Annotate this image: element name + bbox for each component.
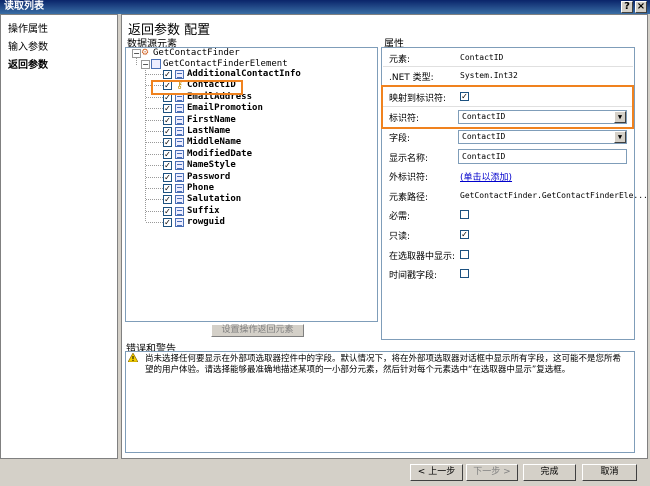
tree-field[interactable]: rowguid — [187, 217, 225, 228]
field-checkbox[interactable]: ✓ — [163, 173, 172, 182]
tree-field[interactable]: Salutation — [187, 194, 241, 205]
tree-field[interactable]: Suffix — [187, 206, 220, 217]
wizard-nav — [0, 14, 118, 459]
tree-field[interactable]: NameStyle — [187, 160, 236, 171]
add-foreign-identifier-link[interactable]: (单击以添加) — [460, 170, 512, 183]
collapse-toggle[interactable]: − — [132, 49, 141, 58]
element-value: ContactID — [460, 53, 504, 62]
field-checkbox[interactable]: ✓ — [163, 104, 172, 113]
field-icon — [175, 195, 184, 204]
field-icon — [175, 173, 184, 182]
field-icon — [175, 104, 184, 113]
field-checkbox[interactable]: ✓ — [163, 70, 172, 79]
element-icon — [151, 59, 161, 69]
back-button[interactable]: < 上一步 — [410, 464, 463, 481]
tree-root[interactable]: GetContactFinder — [153, 48, 240, 59]
field-checkbox[interactable]: ✓ — [163, 184, 172, 193]
show-in-picker-checkbox[interactable] — [460, 250, 469, 259]
next-button[interactable]: 下一步 > — [466, 464, 518, 481]
timestamp-field-checkbox[interactable] — [460, 269, 469, 278]
nettype-label: .NET 类型: — [389, 73, 434, 83]
timestamp-field-label: 时间戳字段: — [389, 271, 438, 281]
element-path-value: GetContactFinder.GetContactFinderEle... — [460, 191, 648, 200]
highlight-identifier — [381, 85, 634, 129]
finish-button[interactable]: 完成 — [523, 464, 576, 481]
tree-field[interactable]: LastName — [187, 126, 230, 137]
help-button[interactable]: ? — [621, 1, 633, 13]
highlight-contactid — [151, 80, 243, 95]
field-icon — [175, 127, 184, 136]
display-name-label: 显示名称: — [389, 154, 429, 164]
readonly-label: 只读: — [389, 232, 411, 242]
element-label: 元素: — [389, 55, 411, 65]
foreign-identifier-label: 外标识符: — [389, 173, 429, 183]
field-checkbox[interactable]: ✓ — [163, 207, 172, 216]
field-value: ContactID — [462, 132, 506, 141]
field-icon — [175, 184, 184, 193]
set-return-element-button[interactable]: 设置操作返回元素 — [211, 324, 304, 337]
field-icon — [175, 138, 184, 147]
nav-item-return-params[interactable]: 返回参数 — [8, 56, 48, 71]
field-checkbox[interactable]: ✓ — [163, 195, 172, 204]
window-title: 读取列表 — [4, 1, 44, 12]
tree-field[interactable]: Password — [187, 172, 230, 183]
chevron-down-icon[interactable]: ▼ — [614, 131, 626, 143]
field-icon — [175, 70, 184, 79]
field-checkbox[interactable]: ✓ — [163, 127, 172, 136]
field-checkbox[interactable]: ✓ — [163, 138, 172, 147]
required-label: 必需: — [389, 212, 411, 222]
readonly-checkbox[interactable]: ✓ — [460, 230, 469, 239]
required-checkbox[interactable] — [460, 210, 469, 219]
field-icon — [175, 150, 184, 159]
show-in-picker-label: 在选取器中显示: — [389, 252, 456, 262]
warning-line-2: 望的用户体验。请选择能够最准确地描述某项的一小部分元素，然后针对每个元素选中“在… — [145, 365, 571, 375]
field-icon — [175, 218, 184, 227]
field-label: 字段: — [389, 134, 411, 144]
tree-field[interactable]: EmailPromotion — [187, 103, 263, 114]
field-icon — [175, 207, 184, 216]
field-icon — [175, 116, 184, 125]
tree-field[interactable]: AdditionalContactInfo — [187, 69, 301, 80]
close-button[interactable]: × — [635, 1, 647, 13]
nettype-value: System.Int32 — [460, 71, 518, 80]
nav-item-input-params[interactable]: 输入参数 — [8, 38, 48, 53]
collapse-toggle[interactable]: − — [141, 60, 150, 69]
field-checkbox[interactable]: ✓ — [163, 150, 172, 159]
element-path-label: 元素路径: — [389, 193, 429, 203]
warning-icon — [128, 353, 138, 362]
window-title-bar: 读取列表 — [0, 0, 650, 14]
method-icon: ⚙ — [141, 48, 150, 58]
tree-field[interactable]: MiddleName — [187, 137, 241, 148]
field-checkbox[interactable]: ✓ — [163, 218, 172, 227]
field-checkbox[interactable]: ✓ — [163, 161, 172, 170]
field-icon — [175, 161, 184, 170]
tree-field[interactable]: Phone — [187, 183, 214, 194]
display-name-input[interactable]: ContactID — [458, 149, 627, 164]
field-select[interactable]: ContactID ▼ — [458, 130, 627, 144]
cancel-button[interactable]: 取消 — [582, 464, 637, 481]
nav-item-operation-props[interactable]: 操作属性 — [8, 20, 48, 35]
tree-field[interactable]: ModifiedDate — [187, 149, 252, 160]
tree-field[interactable]: FirstName — [187, 115, 236, 126]
field-checkbox[interactable]: ✓ — [163, 116, 172, 125]
